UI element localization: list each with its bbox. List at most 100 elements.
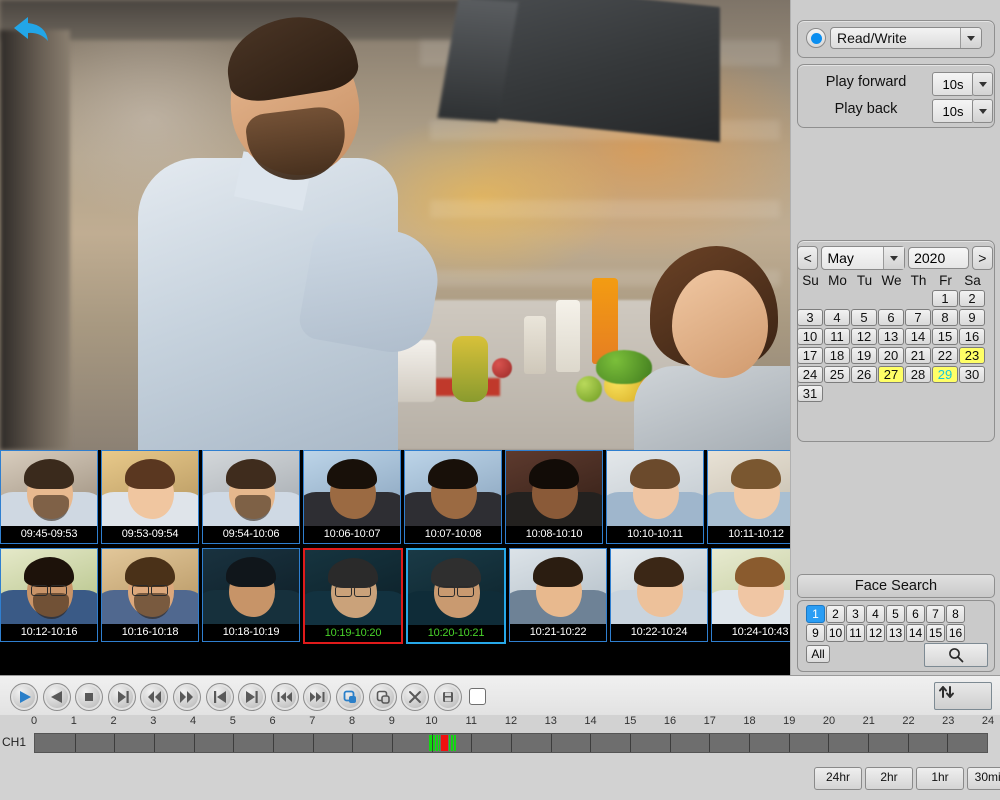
face-search-channel-6[interactable]: 6: [906, 605, 925, 623]
calendar-day[interactable]: 2: [959, 290, 985, 307]
play-back-value[interactable]: 10s: [932, 99, 974, 123]
face-search-channel-11[interactable]: 11: [846, 624, 865, 642]
face-thumbnail[interactable]: 10:07-10:08: [404, 450, 502, 544]
face-search-channel-9[interactable]: 9: [806, 624, 825, 642]
calendar-month-chevron-icon[interactable]: [883, 247, 904, 269]
face-search-channel-5[interactable]: 5: [886, 605, 905, 623]
face-search-channel-15[interactable]: 15: [926, 624, 945, 642]
face-thumbnail[interactable]: 10:06-10:07: [303, 450, 401, 544]
timeline-segment-general[interactable]: [429, 735, 433, 751]
face-thumbnail[interactable]: 10:16-10:18: [101, 548, 199, 642]
face-search-channel-16[interactable]: 16: [946, 624, 965, 642]
calendar-next-month-button[interactable]: >: [972, 246, 993, 270]
reverse-play-button[interactable]: [43, 683, 71, 711]
calendar-day[interactable]: 12: [851, 328, 877, 345]
calendar-day[interactable]: 29: [932, 366, 958, 383]
sync-button[interactable]: [934, 682, 992, 710]
tag-button[interactable]: [369, 683, 397, 711]
back-arrow-icon[interactable]: [10, 12, 56, 46]
play-forward-dropdown-icon[interactable]: [972, 72, 993, 96]
slow-forward-button[interactable]: [108, 683, 136, 711]
face-search-channel-10[interactable]: 10: [826, 624, 845, 642]
calendar-day[interactable]: 4: [824, 309, 850, 326]
next-frame-button[interactable]: [238, 683, 266, 711]
timeline-zoom-2hr[interactable]: 2hr: [865, 767, 913, 790]
timeline-zoom-1hr[interactable]: 1hr: [916, 767, 964, 790]
calendar-day[interactable]: 9: [959, 309, 985, 326]
calendar-day[interactable]: 11: [824, 328, 850, 345]
calendar-day[interactable]: 30: [959, 366, 985, 383]
calendar-day[interactable]: 19: [851, 347, 877, 364]
face-thumbnail[interactable]: 10:19-10:20: [303, 548, 403, 644]
face-thumbnail[interactable]: 10:12-10:16: [0, 548, 98, 642]
calendar-day[interactable]: 24: [797, 366, 823, 383]
read-write-radio[interactable]: [806, 28, 826, 48]
calendar-day[interactable]: 18: [824, 347, 850, 364]
calendar-day[interactable]: 21: [905, 347, 931, 364]
face-search-channel-7[interactable]: 7: [926, 605, 945, 623]
face-thumbnail[interactable]: 09:54-10:06: [202, 450, 300, 544]
select-all-channels-button[interactable]: All: [806, 645, 830, 663]
rewind-button[interactable]: [140, 683, 168, 711]
calendar-day[interactable]: 13: [878, 328, 904, 345]
timeline-segment-general[interactable]: [454, 735, 456, 751]
face-search-channel-12[interactable]: 12: [866, 624, 885, 642]
calendar-day[interactable]: 17: [797, 347, 823, 364]
calendar-day[interactable]: 1: [932, 290, 958, 307]
timeline-segment-general[interactable]: [451, 735, 453, 751]
calendar-day[interactable]: 14: [905, 328, 931, 345]
next-file-button[interactable]: [303, 683, 331, 711]
calendar-day[interactable]: 10: [797, 328, 823, 345]
play-forward-value[interactable]: 10s: [932, 72, 974, 96]
calendar-day[interactable]: 27: [878, 366, 904, 383]
face-search-channel-4[interactable]: 4: [866, 605, 885, 623]
face-thumbnail-grid[interactable]: 09:45-09:5309:53-09:5409:54-10:0610:06-1…: [0, 450, 790, 675]
calendar[interactable]: < May 2020 > SuMoTuWeThFrSa 123456789101…: [797, 246, 993, 404]
save-button[interactable]: [434, 683, 462, 711]
calendar-day[interactable]: 7: [905, 309, 931, 326]
calendar-day[interactable]: 3: [797, 309, 823, 326]
clip-button[interactable]: [401, 683, 429, 711]
calendar-day[interactable]: 20: [878, 347, 904, 364]
timeline-segment-general[interactable]: [436, 735, 438, 751]
calendar-day[interactable]: 16: [959, 328, 985, 345]
calendar-day[interactable]: 26: [851, 366, 877, 383]
calendar-day[interactable]: 31: [797, 385, 823, 402]
face-search-channel-2[interactable]: 2: [826, 605, 845, 623]
face-thumbnail[interactable]: 10:18-10:19: [202, 548, 300, 642]
calendar-month-select[interactable]: May: [821, 246, 905, 270]
face-search-channel-14[interactable]: 14: [906, 624, 925, 642]
stop-button[interactable]: [75, 683, 103, 711]
face-thumbnail[interactable]: 10:21-10:22: [509, 548, 607, 642]
timeline-segment-alarm[interactable]: [441, 735, 448, 751]
fast-forward-button[interactable]: [173, 683, 201, 711]
face-search-channel-3[interactable]: 3: [846, 605, 865, 623]
full-screen-button[interactable]: [336, 683, 364, 711]
timeline-zoom-24hr[interactable]: 24hr: [814, 767, 862, 790]
chevron-down-icon[interactable]: [960, 28, 981, 48]
mode-select[interactable]: Read/Write: [830, 27, 982, 49]
face-thumbnail[interactable]: 09:45-09:53: [0, 450, 98, 544]
calendar-day[interactable]: 23: [959, 347, 985, 364]
face-search-channel-1[interactable]: 1: [806, 605, 825, 623]
calendar-day[interactable]: 6: [878, 309, 904, 326]
calendar-year-input[interactable]: 2020: [908, 247, 968, 269]
timeline-track-ch1[interactable]: [34, 733, 988, 753]
face-search-button[interactable]: [924, 643, 988, 667]
face-thumbnail[interactable]: 10:10-10:11: [606, 450, 704, 544]
stop-checkbox[interactable]: [469, 688, 486, 705]
previous-file-button[interactable]: [271, 683, 299, 711]
previous-frame-button[interactable]: [206, 683, 234, 711]
calendar-day[interactable]: 15: [932, 328, 958, 345]
face-search-channel-8[interactable]: 8: [946, 605, 965, 623]
timeline[interactable]: 0123456789101112131415161718192021222324…: [0, 715, 1000, 755]
calendar-prev-month-button[interactable]: <: [797, 246, 818, 270]
timeline-zoom-30min[interactable]: 30min: [967, 767, 1000, 790]
play-back-dropdown-icon[interactable]: [972, 99, 993, 123]
calendar-day[interactable]: 25: [824, 366, 850, 383]
timeline-segment-general[interactable]: [433, 735, 435, 751]
face-search-channel-13[interactable]: 13: [886, 624, 905, 642]
calendar-day[interactable]: 28: [905, 366, 931, 383]
calendar-day[interactable]: 22: [932, 347, 958, 364]
calendar-day[interactable]: 5: [851, 309, 877, 326]
